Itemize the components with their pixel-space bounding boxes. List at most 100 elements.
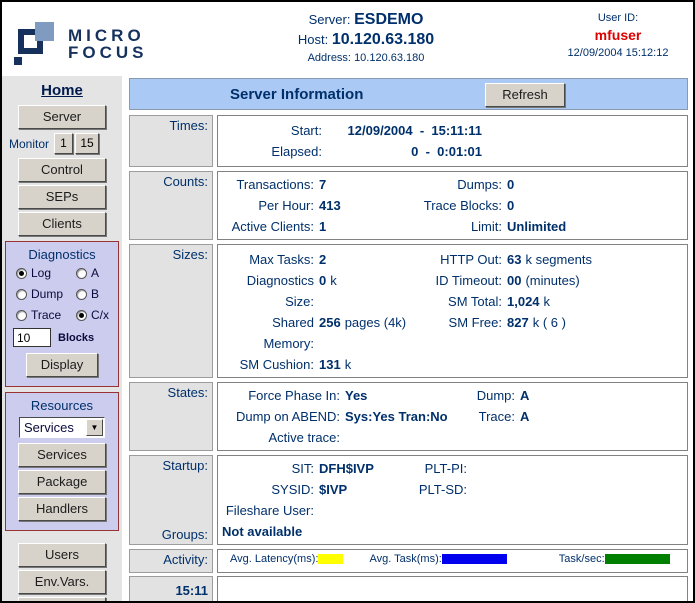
control-button[interactable]: Control <box>18 158 106 182</box>
radio-trace[interactable]: Trace <box>16 308 76 322</box>
blocks-row: Blocks <box>6 328 118 347</box>
app-window: MICRO FOCUS Server: ESDEMO Host: 10.120.… <box>0 0 695 603</box>
seps-button[interactable]: SEPs <box>18 185 106 209</box>
max-tasks-label: Max Tasks: <box>222 249 314 270</box>
radio-dump[interactable]: Dump <box>16 287 76 301</box>
startup-groups-labels: Startup: Groups: <box>129 455 213 545</box>
active-clients-value: 1 <box>319 216 326 237</box>
per-hour-value: 413 <box>319 195 341 216</box>
plt-pi-label: PLT-PI: <box>412 458 467 479</box>
radio-b-circle[interactable] <box>76 289 87 300</box>
server-button[interactable]: Server <box>18 105 106 129</box>
sizes-content: Max Tasks:2 Diagnostics Size:0k Shared M… <box>217 244 688 378</box>
blocks-input[interactable] <box>13 328 51 347</box>
radio-a-circle[interactable] <box>76 268 87 279</box>
trace-blocks-label: Trace Blocks: <box>412 195 502 216</box>
envvars-button[interactable]: Env.Vars. <box>18 570 106 594</box>
counts-label: Counts: <box>129 171 213 240</box>
display-button[interactable]: Display <box>26 353 98 377</box>
micro-focus-logo-icon <box>14 20 60 68</box>
id-timeout-label: ID Timeout: <box>412 270 502 291</box>
radio-log[interactable]: Log <box>16 266 76 280</box>
sm-cushion-suffix: k <box>345 354 352 375</box>
active-clients-label: Active Clients: <box>222 216 314 237</box>
package-button[interactable]: Package <box>18 470 106 494</box>
clients-button[interactable]: Clients <box>18 212 106 236</box>
start-label: Start: <box>222 120 322 141</box>
http-out-label: HTTP Out: <box>412 249 502 270</box>
sit-label: SIT: <box>222 458 314 479</box>
elapsed-label: Elapsed: <box>222 141 322 162</box>
max-tasks-value: 2 <box>319 249 326 270</box>
diagnostics-panel: Diagnostics Log A Dump <box>5 241 119 387</box>
login-timestamp: 12/09/2004 15:12:12 <box>543 47 693 59</box>
sm-total-label: SM Total: <box>412 291 502 312</box>
server-name: ESDEMO <box>354 11 423 28</box>
users-button[interactable]: Users <box>18 543 106 567</box>
radio-dump-label: Dump <box>31 287 63 301</box>
monitor-interval-button-15[interactable]: 15 <box>75 133 99 154</box>
sm-cushion-value: 131 <box>319 354 341 375</box>
title-bar-top: Server Information Refresh <box>129 78 688 110</box>
chguser-button[interactable]: Chg.User <box>18 597 106 603</box>
http-out-suffix: k segments <box>525 249 591 270</box>
states-content: Force Phase In:Yes Dump on ABEND:Sys:Yes… <box>217 382 688 451</box>
activity-row: Activity: Avg. Latency(ms): Avg. Task(ms… <box>129 549 688 573</box>
sizes-label: Sizes: <box>129 244 213 378</box>
fileshare-user-label: Fileshare User: <box>222 500 314 521</box>
radio-b[interactable]: B <box>76 287 118 301</box>
trace-state-value: A <box>520 406 529 427</box>
task-color-swatch <box>442 554 507 564</box>
shared-memory-label: Shared Memory: <box>222 312 314 354</box>
services-button[interactable]: Services <box>18 443 106 467</box>
user-info: User ID: mfuser 12/09/2004 15:12:12 <box>543 2 693 76</box>
id-timeout-value: 00 <box>507 270 521 291</box>
groups-label: Groups: <box>134 527 208 542</box>
activity-content: Avg. Latency(ms): Avg. Task(ms): Task/se… <box>217 549 688 573</box>
handlers-button[interactable]: Handlers <box>18 497 106 521</box>
host-label: Host: <box>298 32 328 47</box>
resources-panel: Resources Services ▼ Services Package Ha… <box>5 392 119 531</box>
sidebar: Home Server Monitor 1 15 Control SEPs Cl… <box>2 76 122 603</box>
timeline-content: 0; 0 0 <box>217 576 688 603</box>
logo-light-square <box>35 22 54 41</box>
id-timeout-suffix: (minutes) <box>525 270 579 291</box>
times-label: Times: <box>129 115 213 167</box>
chevron-down-icon[interactable]: ▼ <box>86 419 103 436</box>
resources-select[interactable]: Services ▼ <box>19 417 105 438</box>
home-link[interactable]: Home <box>2 82 122 99</box>
active-trace-label: Active trace: <box>222 427 340 448</box>
elapsed-value: 0 - 0:01:01 <box>322 141 482 162</box>
server-label: Server: <box>309 12 351 27</box>
trace-state-label: Trace: <box>452 406 515 427</box>
diagnostics-radio-group: Log A Dump B <box>6 266 118 322</box>
refresh-button-top[interactable]: Refresh <box>485 83 565 107</box>
states-row: States: Force Phase In:Yes Dump on ABEND… <box>129 382 688 451</box>
monitor-label: Monitor <box>9 137 49 151</box>
sm-total-suffix: k <box>544 291 551 312</box>
diag-size-label: Diagnostics Size: <box>222 270 314 312</box>
radio-cx-label: C/x <box>91 308 109 322</box>
sysid-label: SYSID: <box>222 479 314 500</box>
user-id-value: mfuser <box>543 27 693 43</box>
activity-legend: Avg. Latency(ms): Avg. Task(ms): Task/se… <box>218 550 687 568</box>
user-id-label: User ID: <box>543 12 693 24</box>
monitor-interval-button-1[interactable]: 1 <box>54 133 73 154</box>
radio-cx[interactable]: C/x <box>76 308 118 322</box>
micro-focus-logo: MICRO FOCUS <box>14 12 189 76</box>
radio-trace-circle[interactable] <box>16 310 27 321</box>
shared-memory-suffix: pages (4k) <box>345 312 406 354</box>
radio-dump-circle[interactable] <box>16 289 27 300</box>
radio-cx-circle[interactable] <box>76 310 87 321</box>
dumps-value: 0 <box>507 174 514 195</box>
page-title: Server Information <box>230 86 363 103</box>
radio-a[interactable]: A <box>76 266 118 280</box>
plt-sd-label: PLT-SD: <box>412 479 467 500</box>
timeline-time-label: 15:11 <box>129 576 213 603</box>
radio-log-circle[interactable] <box>16 268 27 279</box>
logo-mini-square <box>14 57 22 65</box>
avg-latency-label: Avg. Latency(ms): <box>230 553 318 565</box>
activity-label: Activity: <box>129 549 213 573</box>
dump-on-abend-label: Dump on ABEND: <box>222 406 340 427</box>
diagnostics-title: Diagnostics <box>6 247 118 262</box>
